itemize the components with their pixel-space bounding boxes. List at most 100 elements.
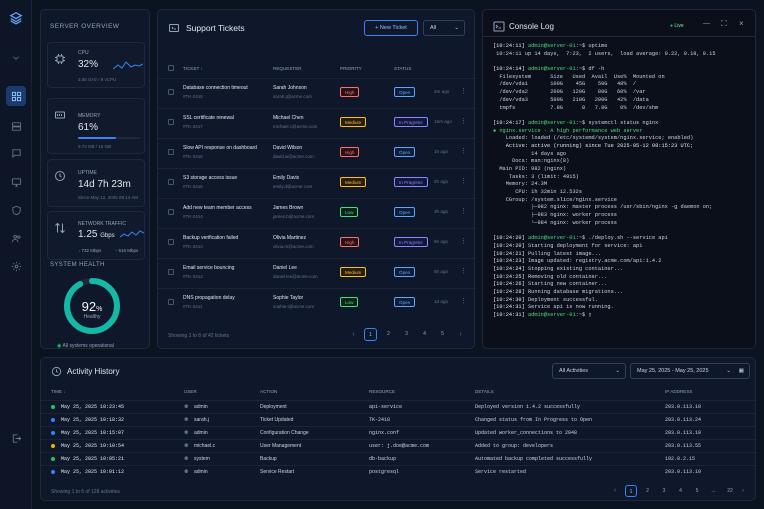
activity-page-button[interactable]: 3 bbox=[658, 485, 670, 497]
activity-page-button[interactable]: 2 bbox=[642, 485, 654, 497]
row-checkbox[interactable] bbox=[168, 89, 174, 95]
server-icon[interactable] bbox=[6, 116, 26, 136]
log-text: Loaded: loaded (/etc/systemd/system/ngin… bbox=[493, 135, 694, 142]
table-row[interactable]: S3 storage access issue #TK-2415 Emily Dav… bbox=[158, 168, 476, 195]
more-options-icon[interactable]: ⋮ bbox=[460, 87, 467, 95]
table-row[interactable]: Email service bouncing #TK-2412 Daniel Lee… bbox=[158, 258, 476, 285]
activity-page-button[interactable]: 4 bbox=[675, 485, 687, 497]
activity-row[interactable]: ⚉ May 25, 2025 10:01:12 admin Service Resta… bbox=[41, 465, 757, 478]
page-button[interactable]: 4 bbox=[418, 328, 431, 341]
activity-row[interactable]: ⚉ May 25, 2025 10:05:21 system Backup db-bac… bbox=[41, 452, 757, 465]
row-checkbox[interactable] bbox=[168, 149, 174, 155]
row-checkbox[interactable] bbox=[168, 179, 174, 185]
activity-row[interactable]: ⚉ May 25, 2025 10:10:54 michael.c User Mana… bbox=[41, 439, 757, 452]
table-row[interactable]: Slow API response on dashboard #TK-2416 Da… bbox=[158, 138, 476, 165]
ticket-title: Backup verification failed bbox=[183, 235, 239, 241]
more-options-icon[interactable]: ⋮ bbox=[460, 117, 467, 125]
th-ticket[interactable]: TICKET ↕ bbox=[183, 66, 203, 71]
status-badge: Open bbox=[394, 267, 416, 277]
more-options-icon[interactable]: ⋮ bbox=[460, 297, 467, 305]
th-status: STATUS bbox=[394, 66, 412, 71]
activity-prev-icon[interactable]: ‹ bbox=[609, 485, 621, 497]
date-range-picker[interactable]: May 25, 2025 - May 25, 2025 ⌄ ▦ bbox=[630, 363, 750, 379]
log-timestamp: [10:24:30] bbox=[493, 296, 528, 303]
dashboard-grid-icon[interactable] bbox=[6, 86, 26, 106]
expand-icon[interactable]: ⛶ bbox=[721, 19, 727, 29]
table-row[interactable]: DNS propagation delay #TK-2411 Sophie Tayl… bbox=[158, 288, 476, 315]
health-status-text: All systems operational bbox=[62, 343, 114, 349]
ticket-filter-select[interactable]: All ⌄ bbox=[423, 20, 465, 36]
page-button[interactable]: 5 bbox=[436, 328, 449, 341]
row-checkbox[interactable] bbox=[168, 299, 174, 305]
table-row[interactable]: Database connection timeout #TK-2418 Sarah… bbox=[158, 78, 476, 105]
activity-time: May 25, 2025 10:01:12 bbox=[61, 469, 125, 475]
layers-logo-icon[interactable] bbox=[6, 8, 26, 28]
requester-email: emily.d@acme.com bbox=[273, 184, 313, 189]
users-icon[interactable] bbox=[6, 228, 26, 248]
select-all-checkbox[interactable] bbox=[168, 65, 174, 71]
table-row[interactable]: Add new team member access #TK-2414 James … bbox=[158, 198, 476, 225]
ticket-age: 8h ago bbox=[434, 269, 449, 274]
activity-page-button[interactable]: 1 bbox=[625, 485, 637, 497]
new-ticket-button[interactable]: + New Ticket bbox=[364, 20, 418, 36]
settings-gear-icon[interactable] bbox=[6, 256, 26, 276]
activity-row[interactable]: ⚉ May 25, 2025 10:15:07 admin Configuration… bbox=[41, 426, 757, 439]
ah-details: DETAILS bbox=[475, 389, 494, 394]
page-button[interactable]: 2 bbox=[382, 328, 395, 341]
table-row[interactable]: Backup verification failed #TK-2413 Olivia… bbox=[158, 228, 476, 255]
log-text: :~$ ▯ bbox=[575, 312, 592, 319]
chevron-down-icon[interactable] bbox=[6, 48, 26, 68]
log-text: /dev/vda1 100G 45G 50G 48% / bbox=[493, 81, 637, 88]
cpu-label: CPU bbox=[78, 50, 89, 56]
row-checkbox[interactable] bbox=[168, 239, 174, 245]
activity-page-button[interactable]: ... bbox=[708, 485, 720, 497]
activity-filter-select[interactable]: All Activities ⌄ bbox=[552, 363, 626, 379]
row-checkbox[interactable] bbox=[168, 269, 174, 275]
status-dot bbox=[51, 470, 55, 474]
log-timestamp: [10:24:20] bbox=[493, 235, 528, 242]
sort-down-icon: ↓ bbox=[63, 389, 66, 394]
activity-next-icon[interactable]: › bbox=[737, 485, 749, 497]
priority-badge: Low bbox=[340, 297, 359, 307]
health-value: 92% bbox=[62, 299, 122, 314]
log-line: /dev/vda1 100G 45G 50G 48% / bbox=[493, 81, 751, 89]
ticket-title: S3 storage access issue bbox=[183, 175, 238, 181]
shield-icon[interactable] bbox=[6, 200, 26, 220]
requester-email: james.b@acme.com bbox=[273, 214, 315, 219]
more-options-icon[interactable]: ⋮ bbox=[460, 207, 467, 215]
table-row[interactable]: SSL certificate renewal #TK-2417 Michael C… bbox=[158, 108, 476, 135]
activity-page-button[interactable]: 5 bbox=[691, 485, 703, 497]
prev-page-icon[interactable]: ‹ bbox=[347, 328, 360, 341]
monitor-icon[interactable] bbox=[6, 172, 26, 192]
ah-time-label: TIME bbox=[51, 389, 62, 394]
more-options-icon[interactable]: ⋮ bbox=[460, 267, 467, 275]
logout-icon[interactable] bbox=[6, 428, 26, 448]
activity-details: Automated backup completed successfully bbox=[475, 456, 593, 462]
log-timestamp: [10:24:25] bbox=[493, 273, 528, 280]
activity-row[interactable]: ⚉ May 25, 2025 10:23:45 admin Deployment api… bbox=[41, 400, 757, 413]
next-page-icon[interactable]: › bbox=[454, 328, 467, 341]
minimize-icon[interactable]: — bbox=[703, 20, 710, 27]
page-button[interactable]: 3 bbox=[400, 328, 413, 341]
log-prompt-user: admin@server-01 bbox=[527, 66, 576, 73]
requester-email: david.w@acme.com bbox=[273, 154, 314, 159]
log-timestamp: [10:24:23] bbox=[493, 258, 528, 265]
more-options-icon[interactable]: ⋮ bbox=[460, 177, 467, 185]
row-checkbox[interactable] bbox=[168, 209, 174, 215]
activity-time: May 25, 2025 10:05:21 bbox=[61, 456, 125, 462]
page-button[interactable]: 1 bbox=[364, 328, 377, 341]
more-options-icon[interactable]: ⋮ bbox=[460, 237, 467, 245]
row-checkbox[interactable] bbox=[168, 119, 174, 125]
ah-time[interactable]: TIME ↓ bbox=[51, 389, 66, 394]
chat-icon[interactable] bbox=[6, 143, 26, 163]
network-sparkline bbox=[120, 230, 144, 238]
close-icon[interactable]: × bbox=[739, 19, 744, 28]
clock-icon bbox=[54, 170, 66, 182]
network-down: ↓ 732 Mbps bbox=[78, 248, 102, 253]
activity-row[interactable]: ⚉ May 25, 2025 10:18:32 sarah.j Ticket Upda… bbox=[41, 413, 757, 426]
more-options-icon[interactable]: ⋮ bbox=[460, 147, 467, 155]
memory-label: MEMORY bbox=[78, 113, 101, 119]
activity-page-button[interactable]: 22 bbox=[724, 485, 736, 497]
log-line: 14 days ago bbox=[493, 151, 751, 159]
overview-title: SERVER OVERVIEW bbox=[50, 23, 120, 30]
